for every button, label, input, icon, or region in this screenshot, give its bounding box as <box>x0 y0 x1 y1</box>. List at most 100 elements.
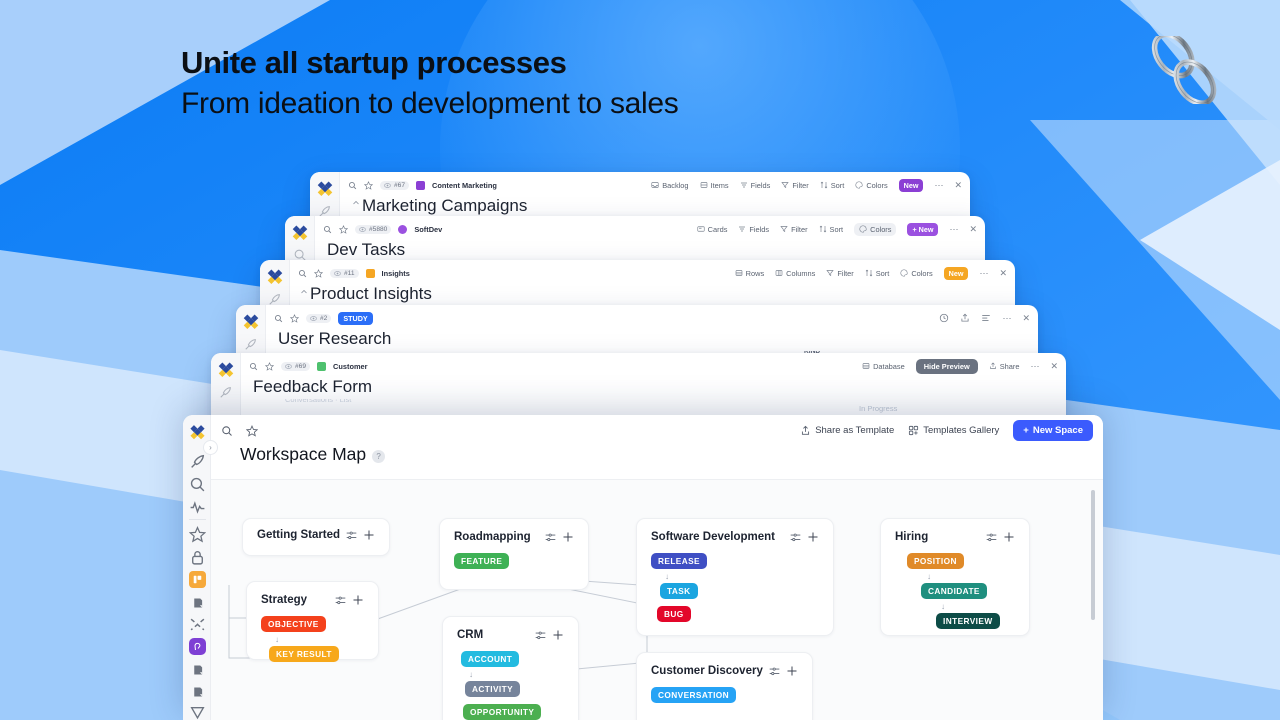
tab-name[interactable]: SoftDev <box>414 225 442 234</box>
tag-position[interactable]: POSITION <box>907 553 964 569</box>
plus-icon[interactable] <box>552 629 564 641</box>
tag-release[interactable]: RELEASE <box>651 553 707 569</box>
close-icon[interactable]: ✕ <box>954 180 962 191</box>
tag-objective[interactable]: OBJECTIVE <box>261 616 326 632</box>
more-icon[interactable]: ⋯ <box>949 224 958 235</box>
orange-board-icon[interactable] <box>189 571 206 588</box>
sliders-icon[interactable] <box>545 532 556 543</box>
sliders-icon[interactable] <box>986 532 997 543</box>
history-icon[interactable] <box>939 313 949 323</box>
rocket-icon[interactable] <box>189 453 206 470</box>
help-badge[interactable]: ? <box>372 449 386 463</box>
new-button[interactable]: New <box>898 178 924 192</box>
tag-opportunity[interactable]: OPPORTUNITY <box>463 704 542 720</box>
workspace-map-canvas[interactable]: Getting Started Roadmapping FEATURE Soft… <box>211 479 1103 720</box>
toolbar-items[interactable]: Items <box>700 181 729 190</box>
tag-task[interactable]: TASK <box>660 583 698 599</box>
new-button[interactable]: + New <box>907 222 939 236</box>
search-icon[interactable] <box>348 181 357 190</box>
toolbar-sort[interactable]: Sort <box>820 181 844 190</box>
toolbar-sort[interactable]: Sort <box>819 225 843 234</box>
map-card-crm[interactable]: CRM ACCOUNT ↓ ACTIVITY OPPORTUNITY LEAD <box>442 616 579 720</box>
sliders-icon[interactable] <box>535 630 546 641</box>
lock-icon[interactable] <box>189 549 206 566</box>
tab-name[interactable]: Insights <box>382 269 410 278</box>
tab-name[interactable]: Customer <box>333 362 368 371</box>
plus-icon[interactable] <box>562 531 574 543</box>
star-icon[interactable] <box>189 526 206 543</box>
toolbar-sort[interactable]: Sort <box>865 269 889 278</box>
vertical-scrollbar[interactable] <box>1091 490 1095 620</box>
item-count-chip[interactable]: #5880 <box>355 224 392 234</box>
map-card-hiring[interactable]: Hiring POSITION ↓ CANDIDATE ↓ INTERVIEW <box>880 518 1030 636</box>
map-card-strategy[interactable]: Strategy OBJECTIVE ↓ KEY RESULT <box>246 581 379 662</box>
tab-name[interactable]: Content Marketing <box>432 181 497 190</box>
rocket-icon[interactable] <box>244 337 258 351</box>
search-icon[interactable] <box>249 362 258 371</box>
tag-account[interactable]: ACCOUNT <box>461 651 520 667</box>
plus-icon[interactable] <box>352 594 364 606</box>
more-icon[interactable]: ⋯ <box>1002 313 1011 324</box>
toolbar-share[interactable]: Share <box>989 362 1019 371</box>
item-count-chip[interactable]: #69 <box>281 361 311 371</box>
hide-preview-button[interactable]: Hide Preview <box>915 358 978 374</box>
tag-candidate[interactable]: CANDIDATE <box>921 583 987 599</box>
doc-icon-3[interactable] <box>189 683 206 700</box>
rocket-icon[interactable] <box>268 292 282 306</box>
study-badge[interactable]: STUDY <box>338 311 373 325</box>
toolbar-database[interactable]: Database <box>862 362 905 371</box>
shield-icon[interactable] <box>189 704 206 720</box>
search-icon[interactable] <box>274 314 283 323</box>
toolbar-cards[interactable]: Cards <box>697 225 727 234</box>
item-count-chip[interactable]: #11 <box>330 268 359 278</box>
close-icon[interactable]: ✕ <box>1050 361 1058 372</box>
layout-icon[interactable] <box>981 313 991 323</box>
sidebar-expand-button[interactable]: › <box>203 440 218 455</box>
toolbar-fields[interactable]: Fields <box>740 181 770 190</box>
collapse-caret-icon[interactable] <box>352 199 360 207</box>
search-icon[interactable] <box>221 425 233 437</box>
map-card-getting-started[interactable]: Getting Started <box>242 518 390 556</box>
more-icon[interactable]: ⋯ <box>1030 361 1039 372</box>
search-icon[interactable] <box>323 225 332 234</box>
toolbar-rows[interactable]: Rows <box>735 269 764 278</box>
tag-interview[interactable]: INTERVIEW <box>936 613 1000 629</box>
plus-icon[interactable] <box>363 529 375 541</box>
more-icon[interactable]: ⋯ <box>979 268 988 279</box>
more-icon[interactable]: ⋯ <box>934 180 943 191</box>
tag-key-result[interactable]: KEY RESULT <box>269 646 339 662</box>
rocket-icon[interactable] <box>219 385 233 399</box>
sliders-icon[interactable] <box>346 530 357 541</box>
tag-conversation[interactable]: CONVERSATION <box>651 687 737 703</box>
toolbar-filter[interactable]: Filter <box>781 181 809 190</box>
close-icon[interactable]: ✕ <box>999 268 1007 279</box>
collapse-caret-icon[interactable] <box>300 288 308 296</box>
star-icon[interactable] <box>265 361 274 371</box>
toolbar-colors[interactable]: Colors <box>854 222 897 236</box>
toolbar-colors[interactable]: Colors <box>855 181 888 190</box>
item-count-chip[interactable]: #2 <box>306 313 332 323</box>
tag-bug[interactable]: BUG <box>657 606 691 622</box>
toolbar-filter[interactable]: Filter <box>780 225 808 234</box>
plus-icon[interactable] <box>786 665 798 677</box>
app-logo[interactable] <box>189 423 206 440</box>
share-as-template-button[interactable]: Share as Template <box>800 425 894 436</box>
map-card-software-development[interactable]: Software Development RELEASE ↓ TASK BUG <box>636 518 834 636</box>
plus-icon[interactable] <box>1003 531 1015 543</box>
doc-icon-2[interactable] <box>189 661 206 678</box>
search-icon[interactable] <box>298 269 307 278</box>
new-space-button[interactable]: + New Space <box>1013 420 1093 441</box>
sliders-icon[interactable] <box>769 666 780 677</box>
sliders-icon[interactable] <box>335 595 346 606</box>
tag-feature[interactable]: FEATURE <box>454 553 510 569</box>
share-icon[interactable] <box>960 313 970 323</box>
item-count-chip[interactable]: #67 <box>380 180 410 190</box>
activity-icon[interactable] <box>189 499 206 516</box>
map-card-roadmapping[interactable]: Roadmapping FEATURE <box>439 518 589 590</box>
map-card-customer-discovery[interactable]: Customer Discovery CONVERSATION <box>636 652 813 720</box>
star-icon[interactable] <box>246 424 258 437</box>
star-icon[interactable] <box>364 180 373 190</box>
search-icon[interactable] <box>189 476 206 493</box>
purple-ear-icon[interactable] <box>189 638 206 655</box>
toolbar-fields[interactable]: Fields <box>738 225 769 234</box>
